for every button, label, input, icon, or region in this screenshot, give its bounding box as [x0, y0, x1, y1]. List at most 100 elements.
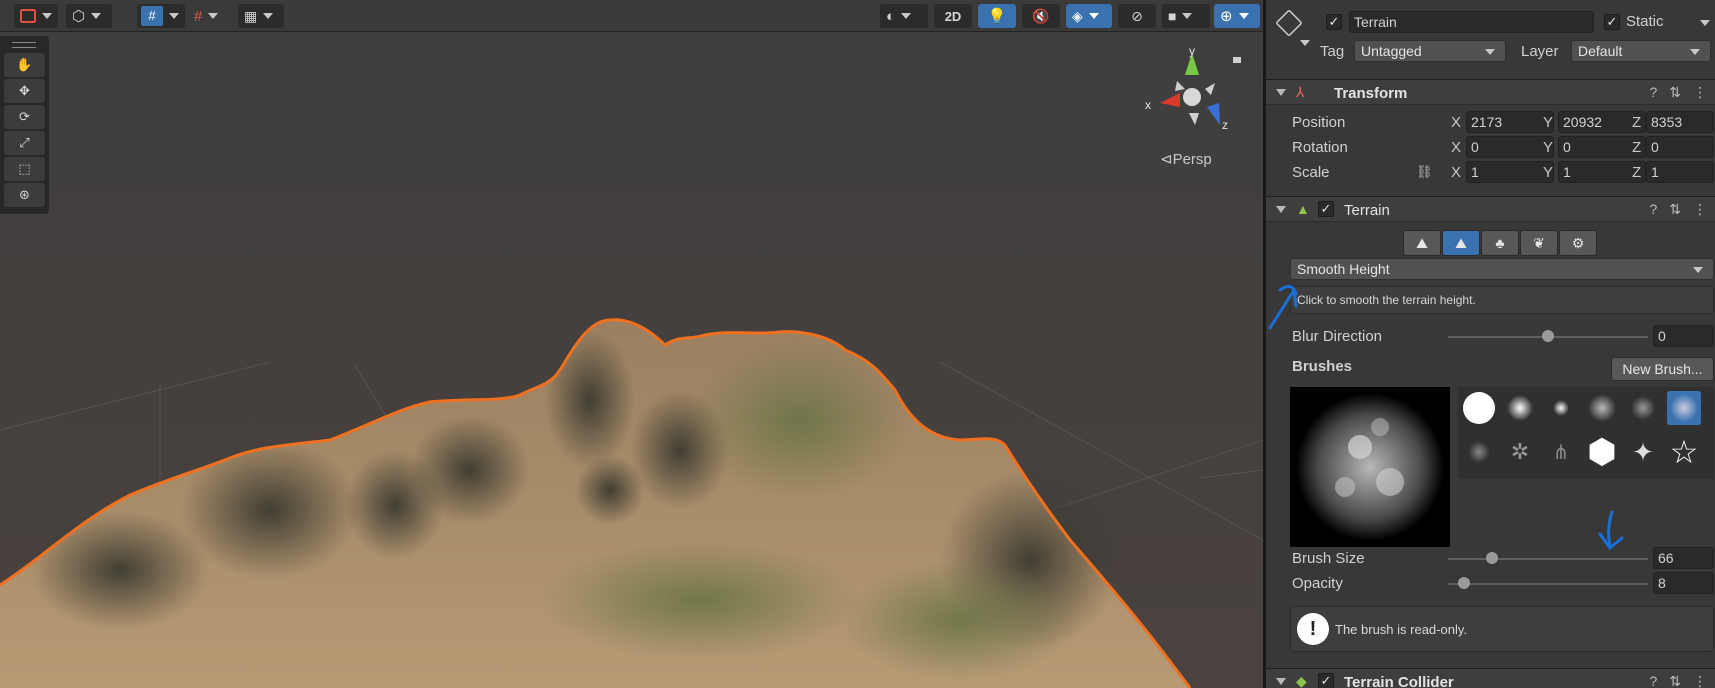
collider-enabled-checkbox[interactable]: ✓: [1318, 673, 1334, 688]
rotation-y-label[interactable]: Y: [1543, 139, 1553, 156]
paint-details-button[interactable]: ❦: [1520, 230, 1558, 256]
presets-icon[interactable]: ⇅: [1669, 84, 1681, 101]
scale-x-field[interactable]: 1: [1466, 161, 1554, 183]
rotation-x-field[interactable]: 0: [1466, 136, 1554, 158]
blur-direction-field[interactable]: 0: [1653, 325, 1714, 347]
transform-tool-button[interactable]: ⊛: [4, 183, 45, 207]
opacity-slider[interactable]: [1448, 583, 1648, 585]
scale-y-label[interactable]: Y: [1543, 164, 1553, 181]
brush-splatter[interactable]: [1462, 435, 1496, 469]
brush-star-soft[interactable]: ✦: [1626, 435, 1660, 469]
create-neighbor-terrain-button[interactable]: ⛰: [1403, 230, 1441, 256]
paint-trees-button[interactable]: ♣: [1481, 230, 1519, 256]
rotation-x-label[interactable]: X: [1451, 139, 1461, 156]
scale-z-field[interactable]: 1: [1646, 161, 1714, 183]
tag-label: Tag: [1320, 43, 1345, 60]
position-z-field[interactable]: 8353: [1646, 111, 1714, 133]
brush-soft-round[interactable]: [1503, 391, 1537, 425]
brush-small-soft[interactable]: [1544, 391, 1578, 425]
terrain-component-header[interactable]: ▲ ✓ Terrain ? ⇅ ⋮: [1266, 196, 1715, 222]
more-menu-icon[interactable]: ⋮: [1693, 673, 1707, 688]
position-x-field[interactable]: 2173: [1466, 111, 1554, 133]
paint-terrain-button[interactable]: ⛰: [1442, 230, 1480, 256]
brush-hexagon[interactable]: ⬢: [1585, 435, 1619, 469]
collapse-arrow-icon: [1276, 206, 1286, 213]
brush-noise[interactable]: [1626, 391, 1660, 425]
brush-size-field[interactable]: 66: [1653, 547, 1714, 569]
tree-icon: ♣: [1495, 235, 1505, 251]
terrain-settings-button[interactable]: ⚙: [1559, 230, 1597, 256]
active-checkbox[interactable]: ✓: [1326, 14, 1342, 30]
terrain-tool-dropdown[interactable]: Smooth Height: [1290, 258, 1714, 280]
brush-hard-round[interactable]: [1462, 391, 1496, 425]
brush-spiky[interactable]: ✲: [1503, 435, 1537, 469]
layer-dropdown[interactable]: Default: [1571, 40, 1711, 62]
increment-snap-dropdown[interactable]: #: [190, 4, 232, 28]
camera-dropdown[interactable]: ■: [1162, 4, 1210, 28]
scene-view[interactable]: ⬡ # # ▦ ◐ 2D 💡 🔇 ◈ ⊘ ■ ⊕ ✋ ✥ ⟳ ⤢ ⬚ ⊛ y x…: [0, 0, 1263, 688]
static-dropdown-caret[interactable]: [1700, 20, 1710, 26]
grid-snap-icon: #: [141, 6, 163, 26]
blur-direction-slider-knob[interactable]: [1542, 330, 1554, 342]
more-menu-icon[interactable]: ⋮: [1693, 201, 1707, 218]
brush-cloud[interactable]: [1585, 391, 1619, 425]
palette-handle[interactable]: [12, 42, 36, 48]
help-icon[interactable]: ?: [1649, 673, 1657, 688]
lightbulb-icon: 💡: [987, 8, 1007, 25]
render-mode-dropdown[interactable]: ◐: [880, 4, 928, 28]
brush-size-slider[interactable]: [1448, 558, 1648, 560]
opacity-field[interactable]: 8: [1653, 572, 1714, 594]
more-menu-icon[interactable]: ⋮: [1693, 84, 1707, 101]
shading-dropdown[interactable]: ⬡: [66, 4, 112, 28]
tag-dropdown[interactable]: Untagged: [1354, 40, 1506, 62]
help-icon[interactable]: ?: [1649, 84, 1657, 101]
x-axis-cone: [1160, 93, 1180, 107]
orientation-gizmo[interactable]: y x z: [1135, 45, 1250, 140]
opacity-label: Opacity: [1292, 575, 1343, 592]
rect-tool-button[interactable]: ⬚: [4, 157, 45, 181]
position-y-label[interactable]: Y: [1543, 114, 1553, 131]
presets-icon[interactable]: ⇅: [1669, 673, 1681, 688]
transform-header[interactable]: ⅄ Transform ? ⇅ ⋮: [1266, 79, 1715, 105]
terrain-collider-header[interactable]: ◆ ✓ Terrain Collider ? ⇅ ⋮: [1266, 668, 1715, 688]
draw-mode-dropdown[interactable]: [14, 4, 58, 28]
toggle-2d-button[interactable]: 2D: [934, 4, 972, 28]
static-checkbox[interactable]: ✓: [1604, 14, 1620, 30]
grid-snap-dropdown[interactable]: #: [137, 4, 185, 28]
projection-mode-label[interactable]: ⊲Persp: [1160, 150, 1212, 168]
brush-size-slider-knob[interactable]: [1486, 552, 1498, 564]
scale-x-label[interactable]: X: [1451, 164, 1461, 181]
brush-star-outline[interactable]: ☆: [1667, 434, 1701, 470]
hand-tool-button[interactable]: ✋: [4, 53, 45, 77]
constrain-proportions-icon[interactable]: ⛓: [1416, 164, 1433, 180]
opacity-slider-knob[interactable]: [1458, 577, 1470, 589]
object-name-field[interactable]: Terrain: [1349, 11, 1594, 33]
effects-dropdown[interactable]: ◈: [1066, 4, 1112, 28]
rotate-tool-button[interactable]: ⟳: [4, 105, 45, 129]
audio-toggle[interactable]: 🔇: [1022, 4, 1060, 28]
new-brush-button[interactable]: New Brush...: [1611, 357, 1714, 381]
terrain-enabled-checkbox[interactable]: ✓: [1318, 201, 1334, 217]
scale-z-label[interactable]: Z: [1632, 164, 1641, 181]
presets-icon[interactable]: ⇅: [1669, 201, 1681, 218]
grid-icon: ▦: [244, 7, 258, 24]
rotation-z-label[interactable]: Z: [1632, 139, 1641, 156]
brush-size-label: Brush Size: [1292, 550, 1365, 567]
scale-tool-button[interactable]: ⤢: [4, 131, 45, 155]
move-tool-button[interactable]: ✥: [4, 79, 45, 103]
brush-streaks[interactable]: ⋔: [1544, 435, 1578, 469]
hidden-objects-toggle[interactable]: ⊘: [1118, 4, 1156, 28]
lighting-toggle[interactable]: 💡: [978, 4, 1016, 28]
gizmo-z-label: z: [1222, 118, 1228, 132]
brush-selected-noise[interactable]: [1667, 391, 1701, 425]
help-icon[interactable]: ?: [1649, 201, 1657, 218]
grid-visibility-dropdown[interactable]: ▦: [238, 4, 284, 28]
rect-icon: ⬚: [18, 161, 31, 176]
gizmos-dropdown[interactable]: ⊕: [1214, 4, 1260, 28]
gizmo-y-label: y: [1189, 45, 1195, 58]
icon-picker-caret[interactable]: [1300, 40, 1310, 46]
position-z-label[interactable]: Z: [1632, 114, 1641, 131]
mute-audio-icon: 🔇: [1032, 7, 1050, 24]
rotation-z-field[interactable]: 0: [1646, 136, 1714, 158]
position-x-label[interactable]: X: [1451, 114, 1461, 131]
